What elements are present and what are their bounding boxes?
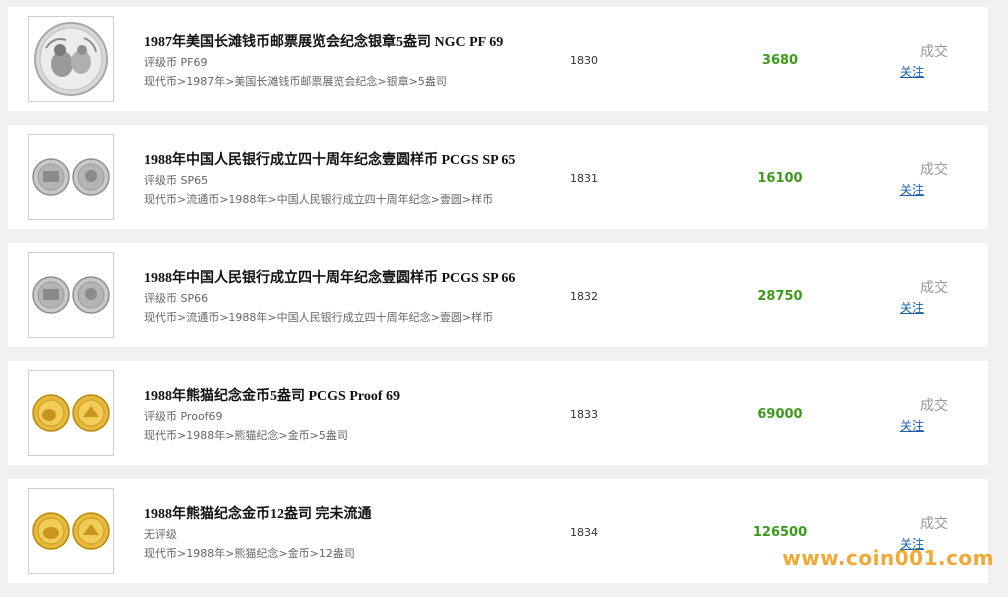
list-item: 1988年熊猫纪念金币5盎司 PCGS Proof 69 评级币 Proof69…: [8, 361, 988, 465]
silver-medal-image: [34, 22, 108, 96]
item-grade: 评级币 SP66: [144, 292, 209, 305]
gold-coin-pair-image: [32, 512, 110, 550]
sale-price: 28750: [757, 289, 803, 304]
item-category: 现代币>1988年>熊猫纪念>金币>5盎司: [144, 429, 348, 442]
status-label: 成交: [920, 280, 948, 296]
item-category: 现代币>1988年>熊猫纪念>金币>12盎司: [144, 547, 355, 560]
lot-number: 1834: [570, 526, 598, 539]
sale-price: 3680: [761, 53, 799, 68]
sale-price: 69000: [757, 407, 803, 422]
sale-price: 126500: [752, 525, 808, 540]
item-grade: 评级币 PF69: [144, 56, 208, 69]
follow-link[interactable]: 关注: [900, 63, 924, 80]
follow-link[interactable]: 关注: [900, 417, 924, 434]
item-category: 现代币>流通币>1988年>中国人民银行成立四十周年纪念>壹圆>样币: [144, 311, 494, 324]
status-label: 成交: [920, 516, 948, 532]
status-label: 成交: [920, 44, 948, 60]
follow-link[interactable]: 关注: [900, 181, 924, 198]
item-title[interactable]: 1988年熊猫纪念金币5盎司 PCGS Proof 69: [144, 385, 400, 405]
list-item: 1987年美国长滩钱币邮票展览会纪念银章5盎司 NGC PF 69 评级币 PF…: [8, 7, 988, 111]
item-title[interactable]: 1988年中国人民银行成立四十周年纪念壹圆样币 PCGS SP 66: [144, 267, 515, 287]
coin-thumbnail[interactable]: [28, 134, 114, 220]
lot-number: 1830: [570, 54, 598, 67]
item-category: 现代币>流通币>1988年>中国人民银行成立四十周年纪念>壹圆>样币: [144, 193, 494, 206]
nickel-coin-pair-image: [32, 276, 110, 314]
status-label: 成交: [920, 162, 948, 178]
item-title[interactable]: 1988年熊猫纪念金币12盎司 完未流通: [144, 503, 372, 523]
coin-thumbnail[interactable]: [28, 252, 114, 338]
lot-number: 1832: [570, 290, 598, 303]
gold-coin-pair-image: [32, 394, 110, 432]
lot-number: 1833: [570, 408, 598, 421]
auction-list: 1987年美国长滩钱币邮票展览会纪念银章5盎司 NGC PF 69 评级币 PF…: [8, 7, 988, 597]
item-grade: 评级币 SP65: [144, 174, 209, 187]
site-watermark: www.coin001.com: [782, 546, 994, 570]
coin-thumbnail[interactable]: [28, 488, 114, 574]
lot-number: 1831: [570, 172, 598, 185]
list-item: 1988年中国人民银行成立四十周年纪念壹圆样币 PCGS SP 66 评级币 S…: [8, 243, 988, 347]
status-label: 成交: [920, 398, 948, 414]
sale-price: 16100: [757, 171, 803, 186]
list-item: 1988年中国人民银行成立四十周年纪念壹圆样币 PCGS SP 65 评级币 S…: [8, 125, 988, 229]
nickel-coin-pair-image: [32, 158, 110, 196]
coin-thumbnail[interactable]: [28, 16, 114, 102]
item-title[interactable]: 1988年中国人民银行成立四十周年纪念壹圆样币 PCGS SP 65: [144, 149, 515, 169]
item-grade: 无评级: [144, 528, 177, 541]
item-title[interactable]: 1987年美国长滩钱币邮票展览会纪念银章5盎司 NGC PF 69: [144, 31, 503, 51]
follow-link[interactable]: 关注: [900, 299, 924, 316]
coin-thumbnail[interactable]: [28, 370, 114, 456]
item-grade: 评级币 Proof69: [144, 410, 223, 423]
item-category: 现代币>1987年>美国长滩钱币邮票展览会纪念>银章>5盎司: [144, 75, 447, 88]
